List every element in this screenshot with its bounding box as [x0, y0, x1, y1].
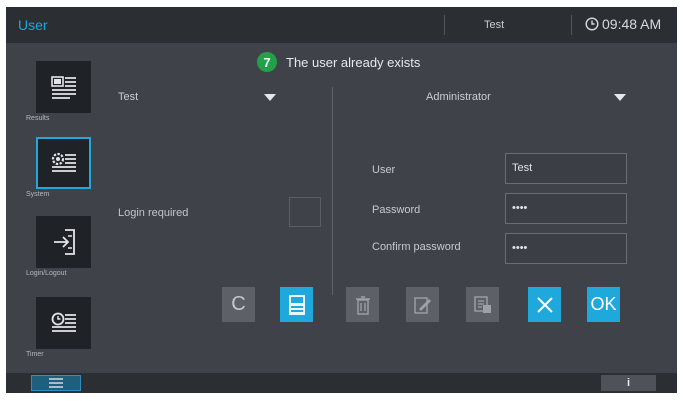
clock: 09:48 AM: [585, 16, 661, 32]
confirm-password-label: Confirm password: [372, 241, 461, 253]
hamburger-icon: [49, 378, 63, 388]
copy-button[interactable]: [466, 287, 499, 322]
cancel-icon: [536, 296, 553, 313]
delete-icon: [355, 295, 370, 315]
login-logout-icon: [53, 229, 75, 255]
user-select-value: Test: [118, 91, 139, 103]
current-user-label: Test: [484, 19, 505, 31]
titlebar-divider: [444, 15, 445, 35]
chevron-down-icon: [614, 94, 626, 101]
info-icon: i: [626, 377, 631, 389]
user-field-label: User: [372, 164, 396, 176]
titlebar-divider: [571, 15, 572, 35]
edit-button[interactable]: [406, 287, 439, 322]
info-button[interactable]: i: [601, 375, 656, 391]
sidebar-item-timer[interactable]: Timer: [26, 297, 100, 358]
user-name-field[interactable]: Test: [505, 153, 627, 184]
sidebar-item-results[interactable]: Results: [26, 61, 100, 122]
results-button[interactable]: [36, 61, 91, 113]
role-select-value: Administrator: [426, 91, 491, 103]
password-field[interactable]: ••••: [505, 193, 627, 224]
save-button[interactable]: [280, 287, 313, 322]
app-window: User Test 09:48 AM 7 The user already ex…: [6, 7, 677, 393]
results-icon: [50, 76, 76, 99]
system-icon: [51, 152, 76, 172]
timer-button[interactable]: [36, 297, 91, 349]
sidebar-item-label: Results: [26, 115, 50, 122]
chevron-down-icon: [264, 94, 276, 101]
sidebar-item-label: Timer: [26, 351, 44, 358]
clear-icon: C: [231, 293, 246, 315]
edit-icon: [413, 296, 431, 314]
ok-icon: OK: [590, 294, 617, 314]
sidebar-item-label: System: [26, 191, 50, 198]
login-logout-button[interactable]: [36, 216, 91, 268]
login-required-label: Login required: [118, 207, 189, 219]
ok-button[interactable]: OK: [587, 287, 620, 322]
status-message: 7 The user already exists: [257, 52, 420, 72]
system-button[interactable]: [36, 137, 91, 189]
sidebar-item-system[interactable]: System: [26, 137, 100, 198]
app-title: User: [18, 17, 48, 33]
message-number-badge: 7: [257, 52, 277, 72]
clock-icon: [585, 17, 599, 31]
panel-divider: [332, 87, 333, 295]
bottom-bar: i: [6, 373, 677, 393]
password-field-label: Password: [372, 204, 421, 216]
clear-button[interactable]: C: [222, 287, 255, 322]
sidebar-item-label: Login/Logout: [26, 270, 67, 277]
login-required-checkbox[interactable]: [289, 197, 321, 227]
save-icon: [288, 294, 305, 315]
confirm-password-field[interactable]: ••••: [505, 233, 627, 264]
user-select-dropdown[interactable]: Test: [118, 88, 278, 108]
copy-icon: [473, 295, 491, 313]
cancel-button[interactable]: [528, 287, 561, 322]
clock-time: 09:48 AM: [602, 16, 662, 32]
role-select-dropdown[interactable]: Administrator: [388, 88, 677, 108]
message-text: The user already exists: [286, 54, 421, 70]
menu-button[interactable]: [31, 375, 81, 391]
delete-button[interactable]: [346, 287, 379, 322]
timer-icon: [51, 312, 76, 332]
sidebar-item-login-logout[interactable]: Login/Logout: [26, 216, 100, 277]
title-bar: User Test 09:48 AM: [6, 7, 677, 43]
